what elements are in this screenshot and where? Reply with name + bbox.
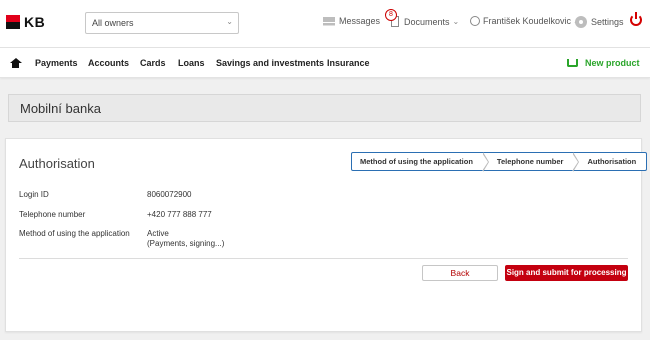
step-method: Method of using the application (360, 157, 473, 166)
settings-label: Settings (591, 17, 624, 27)
user-name: František Koudelkovic (483, 16, 572, 26)
section-title: Mobilní banka (20, 101, 101, 116)
step-telephone: Telephone number (496, 157, 564, 166)
login-id-value: 8060072900 (147, 190, 192, 199)
divider (19, 258, 628, 259)
user-menu[interactable]: František Koudelkovic ⌄ (470, 16, 580, 26)
section-header: Mobilní banka (8, 94, 641, 122)
home-icon[interactable] (9, 58, 22, 68)
nav-item-accounts[interactable]: Accounts (88, 58, 129, 68)
telephone-label: Telephone number (19, 210, 86, 219)
login-id-label: Login ID (19, 190, 49, 199)
progress-steps: Method of using the application Telephon… (351, 152, 648, 172)
documents-link[interactable]: Documents ⌄ (391, 16, 459, 27)
nav-item-savings-and-investments[interactable]: Savings and investments (216, 58, 324, 68)
nav-item-insurance[interactable]: Insurance (327, 58, 370, 68)
nav-item-cards[interactable]: Cards (140, 58, 166, 68)
nav-item-payments[interactable]: Payments (35, 58, 78, 68)
owner-select[interactable]: All owners ⌄ (85, 12, 239, 34)
documents-label: Documents (404, 16, 450, 27)
nav-item-loans[interactable]: Loans (178, 58, 205, 68)
settings-link[interactable]: Settings (575, 16, 624, 28)
kb-logo[interactable]: KB (6, 14, 45, 30)
chevron-down-icon: ⌄ (452, 17, 460, 26)
new-product-link[interactable]: New product (567, 58, 640, 68)
step-authorisation: Authorisation (587, 157, 637, 166)
messages-label: Messages (339, 16, 381, 26)
cart-icon (567, 59, 578, 67)
gear-icon (575, 16, 587, 28)
logout-power-icon[interactable] (630, 12, 642, 26)
owner-select-value: All owners (92, 18, 134, 28)
page-title: Authorisation (19, 156, 95, 171)
messages-link[interactable]: Messages (323, 16, 380, 26)
documents-badge: 8 (385, 9, 397, 21)
logo-text: KB (24, 14, 46, 30)
envelope-icon (323, 16, 335, 26)
logo-flag-icon (6, 15, 20, 29)
main-nav: Payments Accounts Cards Loans Savings an… (0, 48, 650, 78)
method-value: Active (147, 229, 169, 238)
authorisation-card: Authorisation Method of using the applic… (5, 138, 648, 332)
top-bar: KB All owners ⌄ Messages Documents ⌄ 8 F… (0, 0, 650, 48)
method-label: Method of using the application (19, 229, 130, 238)
user-icon (470, 16, 480, 26)
chevron-down-icon: ⌄ (226, 17, 233, 26)
method-value-detail: (Payments, signing...) (147, 239, 225, 248)
telephone-value: +420 777 888 777 (147, 210, 212, 219)
back-button[interactable]: Back (422, 265, 498, 281)
new-product-label: New product (585, 58, 640, 68)
sign-and-submit-button[interactable]: Sign and submit for processing (505, 265, 628, 281)
